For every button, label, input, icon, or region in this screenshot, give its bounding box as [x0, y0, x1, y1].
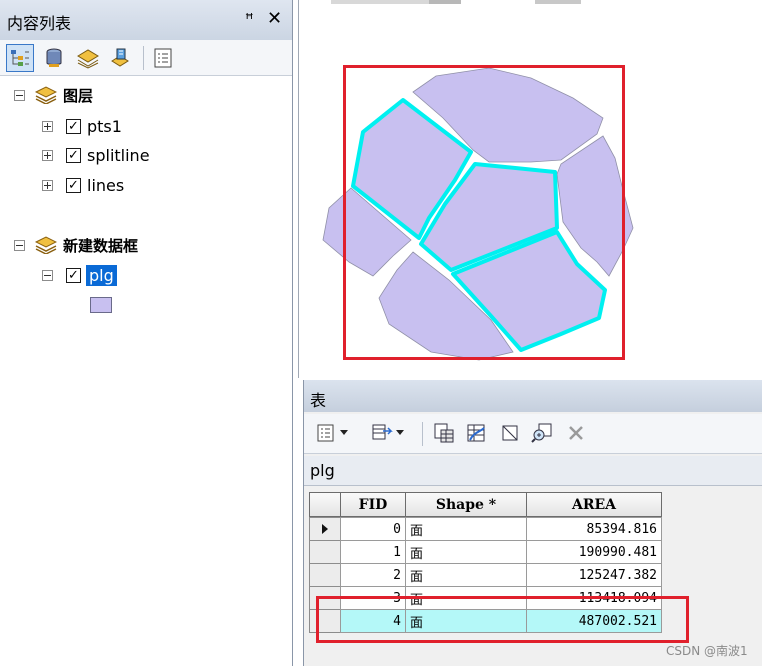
map-highlight-box [343, 65, 625, 360]
cell-shape[interactable]: 面 [405, 517, 527, 541]
select-by-attributes-icon[interactable] [432, 421, 456, 445]
layers-icon [35, 86, 57, 104]
toc-layer-lines[interactable]: ✓ lines [42, 173, 124, 197]
row-selector[interactable] [309, 540, 341, 564]
collapse-icon[interactable] [14, 239, 25, 251]
expand-icon[interactable] [42, 179, 53, 191]
cell-fid[interactable]: 2 [340, 563, 406, 587]
delete-selected-icon[interactable] [564, 421, 588, 445]
layer-visibility-checkbox[interactable]: ✓ [66, 177, 81, 193]
toc-title: 内容列表 [7, 14, 72, 33]
pin-icon[interactable]: ꟸ [245, 10, 254, 28]
toc-group-new-data-frame[interactable]: 新建数据框 [14, 233, 138, 257]
cell-area[interactable]: 85394.816 [526, 517, 662, 541]
dropdown-arrow-icon[interactable] [338, 421, 350, 445]
collapse-icon[interactable] [42, 269, 53, 281]
layer-label: splitline [87, 145, 150, 165]
column-header-fid[interactable]: FID [340, 492, 406, 517]
toolbar-separator [143, 46, 144, 70]
dropdown-arrow-icon[interactable] [394, 421, 406, 445]
table-tab-label: plg [310, 461, 335, 480]
layers-icon [35, 236, 57, 254]
list-by-selection-icon[interactable] [106, 44, 134, 72]
related-tables-icon[interactable] [370, 421, 394, 445]
table-title-bar: 表 [304, 380, 762, 412]
cell-area[interactable]: 190990.481 [526, 540, 662, 564]
toc-layer-plg[interactable]: ✓ plg [42, 263, 117, 287]
list-by-source-icon[interactable] [40, 44, 68, 72]
group-label: 新建数据框 [63, 236, 139, 255]
options-icon[interactable] [149, 44, 177, 72]
cell-fid[interactable]: 0 [340, 517, 406, 541]
row-selector[interactable] [309, 517, 341, 541]
cell-shape[interactable]: 面 [405, 563, 527, 587]
row-selector[interactable] [309, 563, 341, 587]
toolbar-separator [422, 422, 423, 446]
current-row-icon [322, 524, 328, 534]
watermark: CSDN @南波1 [666, 644, 748, 658]
toc-layer-splitline[interactable]: ✓ splitline [42, 143, 150, 167]
table-title: 表 [310, 391, 327, 410]
clear-selection-icon[interactable] [498, 421, 522, 445]
corner-header [309, 492, 341, 517]
toc-layer-pts1[interactable]: ✓ pts1 [42, 114, 122, 138]
group-label: 图层 [63, 86, 94, 105]
cell-shape[interactable]: 面 [405, 540, 527, 564]
polygon-symbol-swatch[interactable] [90, 297, 112, 313]
collapse-icon[interactable] [14, 89, 25, 101]
layer-visibility-checkbox[interactable]: ✓ [66, 267, 81, 283]
table-tab[interactable]: plg [304, 456, 762, 486]
layer-label: lines [87, 175, 125, 195]
switch-selection-icon[interactable] [464, 421, 488, 445]
table-toolbar [304, 414, 762, 454]
layer-label: plg [86, 264, 117, 286]
expand-icon[interactable] [42, 120, 53, 132]
layer-visibility-checkbox[interactable]: ✓ [66, 147, 81, 163]
layer-label: pts1 [87, 116, 122, 136]
toc-panel: 内容列表 ꟸ ✕ 图层 ✓ pts1 ✓ splitline ✓ lines 新… [0, 0, 293, 666]
table-options-icon[interactable] [314, 421, 338, 445]
zoom-to-selected-icon[interactable] [530, 421, 554, 445]
toc-title-bar: 内容列表 ꟸ ✕ [0, 0, 292, 40]
close-icon[interactable]: ✕ [267, 8, 282, 29]
table-highlight-box [316, 596, 689, 643]
cell-area[interactable]: 125247.382 [526, 563, 662, 587]
toc-group-layers[interactable]: 图层 [14, 83, 93, 107]
expand-icon[interactable] [42, 149, 53, 161]
column-header-shape[interactable]: Shape * [405, 492, 527, 517]
layer-visibility-checkbox[interactable]: ✓ [66, 118, 81, 134]
column-header-area[interactable]: AREA [526, 492, 662, 517]
cell-fid[interactable]: 1 [340, 540, 406, 564]
list-by-drawing-order-icon[interactable] [6, 44, 34, 72]
list-by-visibility-icon[interactable] [74, 44, 102, 72]
